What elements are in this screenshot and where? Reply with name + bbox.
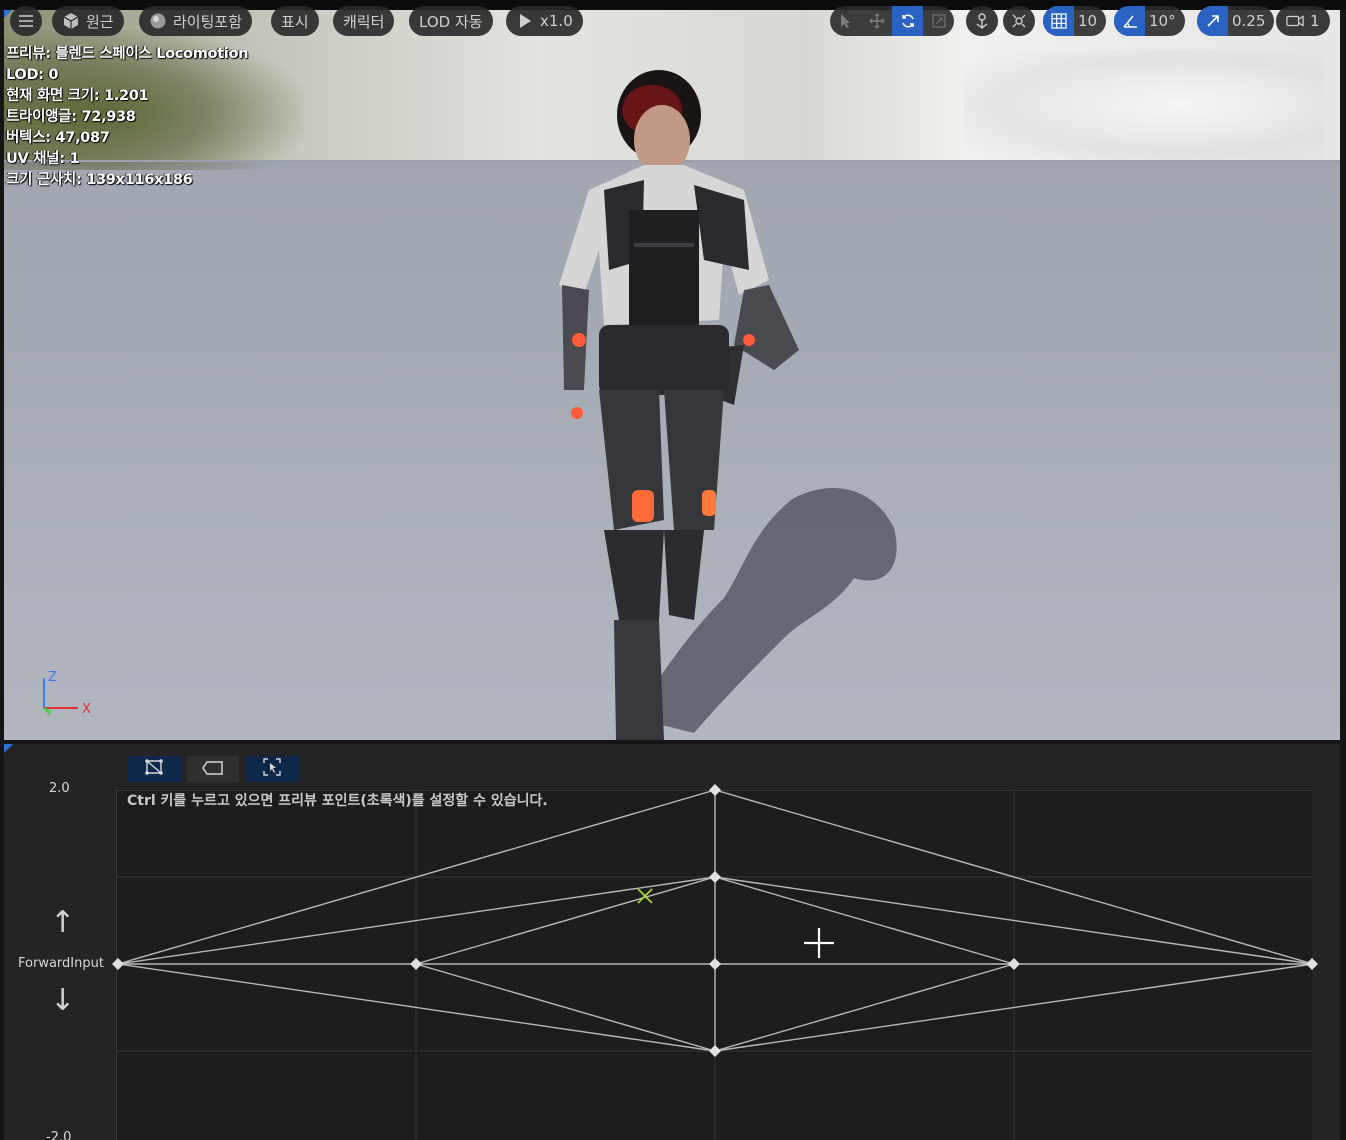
lighting-button[interactable]: 라이팅포함: [139, 6, 253, 36]
perspective-button[interactable]: 원근: [52, 6, 124, 36]
scale-arrow-icon: [1197, 6, 1228, 36]
translate-icon[interactable]: [861, 6, 892, 36]
down-arrow-icon: ↓: [50, 983, 76, 1018]
camera-icon: [1286, 12, 1304, 30]
grid-snap-toggle[interactable]: 10: [1043, 6, 1107, 36]
stats-preview: 프리뷰: 블렌드 스페이스 Locomotion: [6, 46, 249, 62]
blendspace-toolbar: [127, 756, 299, 782]
local-space-button[interactable]: [966, 6, 998, 36]
panel-corner-marker: [4, 744, 13, 753]
axis-y-label: Y: [46, 706, 53, 719]
stats-screen-size: 현재 화면 크기: 1.201: [6, 88, 149, 104]
stats-triangles: 트라이앵글: 72,938: [6, 109, 136, 125]
character-label: 캐릭터: [343, 12, 385, 31]
viewport-menu-button[interactable]: [10, 6, 42, 36]
sample-point[interactable]: [709, 871, 721, 883]
tag-icon: [202, 760, 224, 779]
viewport-stats: 프리뷰: 블렌드 스페이스 Locomotion LOD: 0 현재 화면 크기…: [6, 44, 248, 191]
sample-point[interactable]: [709, 958, 721, 970]
lod-label: LOD 자동: [419, 12, 483, 31]
fit-to-view-button[interactable]: [245, 756, 299, 782]
play-icon: [516, 12, 534, 30]
grid-snap-value[interactable]: 10: [1074, 12, 1106, 30]
y-axis-max-label: 2.0: [49, 781, 70, 796]
y-axis-min-label: -2.0: [46, 1130, 72, 1140]
background-building: [964, 50, 1324, 160]
select-preview-icon: [263, 758, 281, 780]
perspective-label: 원근: [86, 12, 114, 31]
hamburger-icon: [17, 12, 35, 30]
show-labels-button[interactable]: [187, 756, 239, 782]
up-arrow-icon: ↑: [50, 905, 76, 940]
scale-snap-toggle[interactable]: 0.25: [1197, 6, 1275, 36]
lod-button[interactable]: LOD 자동: [409, 6, 493, 36]
axis-x-label: X: [82, 702, 91, 717]
camera-speed-button[interactable]: 1: [1276, 6, 1330, 36]
angle-icon: [1114, 6, 1145, 36]
angle-snap-toggle[interactable]: 10°: [1114, 6, 1185, 36]
sample-point[interactable]: [410, 958, 422, 970]
stats-vertices: 버텍스: 47,087: [6, 130, 110, 146]
sphere-icon: [149, 12, 167, 30]
transform-mode-group: [830, 6, 954, 36]
sample-point[interactable]: [1306, 958, 1318, 970]
show-button[interactable]: 표시: [271, 6, 319, 36]
triangulation-icon: [145, 759, 163, 779]
sample-point[interactable]: [112, 958, 124, 970]
select-icon[interactable]: [830, 6, 861, 36]
angle-snap-value[interactable]: 10°: [1145, 12, 1185, 30]
surface-snap-button[interactable]: [1003, 6, 1035, 36]
rotate-icon[interactable]: [892, 6, 923, 36]
scale-snap-value[interactable]: 0.25: [1228, 12, 1274, 30]
stats-approx-size: 크기 근사치: 139x116x186: [6, 172, 193, 188]
surface-snap-icon: [1010, 12, 1028, 30]
lighting-label: 라이팅포함: [173, 12, 243, 31]
grid-icon: [1043, 6, 1074, 36]
triangulation-button[interactable]: [127, 756, 181, 782]
local-space-icon: [973, 12, 991, 30]
preview-hint-text: Ctrl 키를 누르고 있으면 프리뷰 포인트(초록색)를 설정할 수 있습니다…: [127, 793, 548, 809]
camera-speed-value: 1: [1310, 12, 1320, 30]
sample-point[interactable]: [1008, 958, 1020, 970]
stats-lod: LOD: 0: [6, 67, 59, 83]
axis-gizmo: Z X Y: [38, 668, 98, 719]
character-button[interactable]: 캐릭터: [333, 6, 395, 36]
playback-speed-button[interactable]: x1.0: [506, 6, 583, 36]
show-label: 표시: [281, 12, 309, 31]
sample-point[interactable]: [709, 1045, 721, 1057]
character-model[interactable]: [544, 60, 814, 740]
playback-speed-label: x1.0: [540, 12, 573, 30]
stats-uv-channels: UV 채널: 1: [6, 151, 80, 167]
scale-icon[interactable]: [923, 6, 954, 36]
axis-z-label: Z: [48, 670, 57, 685]
blendspace-grid[interactable]: [112, 784, 1318, 1140]
sample-point[interactable]: [709, 784, 721, 796]
y-axis-name: ForwardInput: [18, 956, 104, 971]
crosshair-cursor-icon: [804, 928, 834, 958]
cube-icon: [62, 12, 80, 30]
preview-point-icon[interactable]: [636, 887, 654, 905]
